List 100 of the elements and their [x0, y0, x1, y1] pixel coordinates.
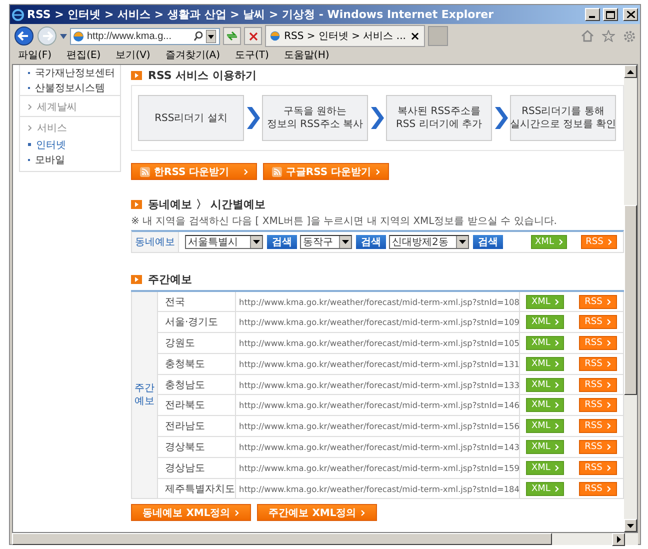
- scrollbar-thumb[interactable]: [624, 205, 637, 395]
- chevron-icon: [28, 125, 32, 131]
- rss-button[interactable]: RSS: [579, 294, 617, 309]
- rss-button[interactable]: RSS: [579, 460, 617, 475]
- region-cell: 경상북도: [158, 436, 236, 458]
- menu-item[interactable]: 편집(E): [66, 48, 101, 62]
- browser-tab[interactable]: RSS > 인터넷 > 서비스 ... ×: [265, 25, 425, 47]
- xml-button[interactable]: XML: [526, 440, 564, 454]
- chevron-icon: [555, 360, 560, 367]
- maximize-button[interactable]: [603, 8, 618, 21]
- sidebar-item[interactable]: 모바일: [20, 152, 120, 167]
- rss-button[interactable]: RSS: [579, 336, 617, 350]
- up-arrow-icon: [627, 70, 634, 74]
- search-button[interactable]: 검색: [356, 235, 386, 249]
- xml-button[interactable]: XML: [526, 419, 564, 434]
- maximize-icon: [606, 10, 615, 18]
- step-box: RSS리더기를 통해 실시간으로 정보를 확인: [510, 95, 616, 141]
- region-cell: 충청북도: [158, 353, 236, 374]
- close-button[interactable]: [623, 8, 638, 21]
- scrollbar-thumb[interactable]: [12, 533, 552, 545]
- menu-item[interactable]: 즐겨찾기(A): [165, 48, 220, 62]
- region-select[interactable]: 신대방제2동: [389, 235, 469, 249]
- search-button[interactable]: 검색: [473, 235, 503, 249]
- row-label: 동네예보: [132, 232, 179, 252]
- group-label: 주간예보: [134, 382, 156, 408]
- url-cell: http://www.kma.go.kr/weather/forecast/mid-term-xml.jsp?stnId=109: [236, 312, 520, 333]
- search-icon[interactable]: [194, 31, 203, 41]
- minimize-button[interactable]: [585, 8, 600, 21]
- rss-button[interactable]: RSS: [579, 419, 617, 434]
- xml-button[interactable]: XML: [526, 315, 564, 330]
- star-icon[interactable]: [602, 30, 615, 42]
- definition-button[interactable]: 동네예보 XML정의: [131, 504, 251, 522]
- instruction-text: ※ 내 지역을 검색하신 다음 [ XML버튼 ]을 누르시면 내 지역의 XML정보를 받으실 수 있습니다.: [131, 215, 558, 228]
- xml-button[interactable]: XML: [526, 336, 564, 350]
- down-arrow-icon: [627, 524, 634, 528]
- menu-item[interactable]: 보기(V): [116, 48, 150, 62]
- xml-button[interactable]: XML: [526, 378, 564, 392]
- chevron-icon: [607, 444, 612, 450]
- search-button[interactable]: 검색: [267, 235, 297, 249]
- definition-button[interactable]: 주간예보 XML정의: [257, 504, 377, 522]
- chevron-icon: [494, 107, 508, 129]
- scroll-down-button[interactable]: [624, 519, 637, 532]
- chevron-icon: [555, 402, 560, 408]
- url-cell: http://www.kma.go.kr/weather/forecast/mid-term-xml.jsp?stnId=105: [236, 332, 520, 354]
- region-cell: 제주특별자치도: [158, 478, 236, 499]
- rss-button[interactable]: RSS: [579, 378, 617, 392]
- region-select[interactable]: 동작구: [300, 235, 352, 249]
- rss-button[interactable]: RSS: [579, 440, 617, 454]
- sidebar-section[interactable]: 서비스: [20, 116, 120, 137]
- menu-item[interactable]: 도움말(H): [284, 48, 330, 62]
- scroll-right-button[interactable]: [612, 533, 625, 546]
- section-title: RSS 서비스 이용하기: [148, 68, 256, 82]
- region-cell: 경상남도: [158, 457, 236, 478]
- right-arrow-icon: [616, 536, 620, 543]
- chevron-icon: [607, 402, 612, 408]
- region-cell: 전라북도: [158, 394, 236, 416]
- xml-button[interactable]: XML: [526, 398, 564, 412]
- rss-button[interactable]: RSS: [579, 315, 617, 330]
- url-cell: http://www.kma.go.kr/weather/forecast/mid-term-xml.jsp?stnId=131: [236, 353, 520, 374]
- down-arrow-icon: [459, 240, 466, 244]
- rss-button[interactable]: RSS: [579, 398, 617, 412]
- sidebar-section[interactable]: 세계날씨: [20, 95, 120, 116]
- region-cell: 서울·경기도: [158, 312, 236, 333]
- step-box: 구독을 원하는 정보의 RSS주소 복사: [262, 95, 368, 141]
- region-select[interactable]: 서울특별시: [185, 235, 263, 249]
- menu-item[interactable]: 도구(T): [235, 48, 269, 62]
- xml-button[interactable]: XML: [526, 460, 564, 475]
- xml-button[interactable]: XML: [526, 482, 564, 496]
- xml-button[interactable]: XML: [526, 294, 564, 309]
- refresh-button[interactable]: [223, 27, 241, 45]
- chevron-icon: [608, 239, 612, 245]
- address-field[interactable]: http://www.kma.g...: [70, 28, 220, 44]
- back-icon[interactable]: [14, 26, 34, 46]
- chevron-icon: [555, 423, 560, 430]
- region-cell: 전라남도: [158, 416, 236, 437]
- dropdown-icon[interactable]: [206, 30, 216, 42]
- chevron-icon: [555, 382, 560, 388]
- sidebar-item[interactable]: 산불정보시스템: [20, 80, 120, 95]
- xml-button[interactable]: XML: [526, 356, 564, 371]
- url-cell: http://www.kma.go.kr/weather/forecast/mid-term-xml.jsp?stnId=133: [236, 374, 520, 395]
- menu-item[interactable]: 파일(F): [18, 48, 52, 62]
- url-cell: http://www.kma.go.kr/weather/forecast/mid-term-xml.jsp?stnId=156: [236, 416, 520, 437]
- chevron-icon: [607, 464, 612, 471]
- rss-button[interactable]: RSS: [579, 482, 617, 496]
- download-button[interactable]: 한RSS 다운받기: [131, 163, 257, 180]
- download-button[interactable]: 구글RSS 다운받기: [263, 163, 389, 180]
- chevron-icon: [555, 298, 560, 305]
- rss-button[interactable]: RSS: [579, 356, 617, 371]
- sidebar-item[interactable]: 인터넷: [20, 137, 120, 152]
- chevron-icon: [370, 107, 384, 129]
- sidebar-item[interactable]: 국가재난정보센터: [20, 65, 120, 80]
- rss-icon: [140, 166, 150, 176]
- stop-button[interactable]: [244, 27, 262, 45]
- rss-button[interactable]: RSS: [581, 235, 617, 249]
- scroll-up-button[interactable]: [624, 65, 637, 78]
- chevron-icon: [555, 444, 560, 450]
- chevron-icon: [607, 340, 612, 346]
- xml-button[interactable]: XML: [531, 235, 567, 249]
- chevron-icon: [555, 464, 560, 471]
- tab-close-button[interactable]: ×: [410, 29, 420, 43]
